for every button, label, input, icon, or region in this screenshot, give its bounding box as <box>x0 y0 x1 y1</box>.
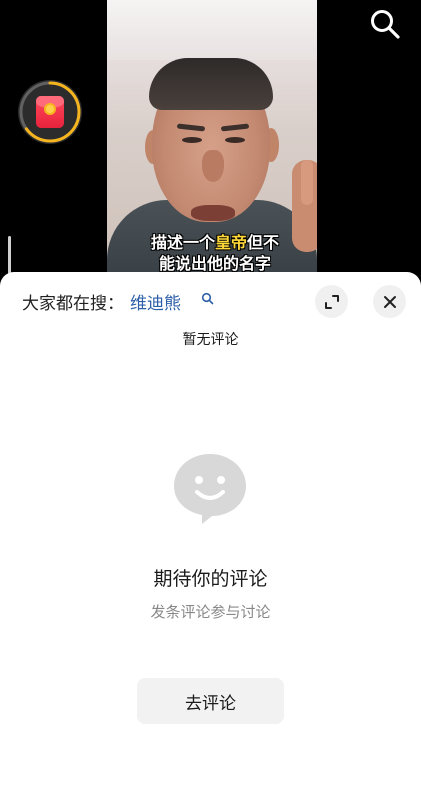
expand-button[interactable] <box>315 285 348 318</box>
caption-line-1-pre: 描述一个 <box>150 233 215 252</box>
person-eye-right <box>225 137 245 143</box>
comments-sheet: 大家都在搜： 维迪熊 暂无评论 期待你的评论 发条评论参与讨论 去评论 <box>0 272 421 800</box>
person-eye-left <box>182 137 202 143</box>
video-frame[interactable]: 描述一个皇帝但不 能说出他的名字 <box>107 0 317 290</box>
caption-highlight: 皇帝 <box>214 233 247 252</box>
empty-state-subtitle: 发条评论参与讨论 <box>150 603 271 621</box>
person-mouth <box>191 205 235 221</box>
close-icon <box>383 295 396 308</box>
caption-line-2: 能说出他的名字 <box>158 254 271 273</box>
close-button[interactable] <box>373 285 406 318</box>
person-nose <box>202 150 224 182</box>
empty-state-title: 期待你的评论 <box>153 568 268 590</box>
red-packet-coin <box>44 103 56 115</box>
person-finger <box>301 160 313 205</box>
search-term-icon <box>201 292 214 305</box>
scroll-handle[interactable] <box>8 236 11 274</box>
trending-search-row[interactable]: 大家都在搜： 维迪熊 <box>22 288 181 314</box>
red-packet-widget[interactable] <box>18 80 82 144</box>
expand-icon <box>324 294 339 309</box>
trending-search-prefix: 大家都在搜： <box>22 293 124 314</box>
go-comment-button[interactable]: 去评论 <box>137 678 284 724</box>
background-wall <box>107 0 317 60</box>
search-icon[interactable] <box>369 8 401 40</box>
video-player[interactable]: 描述一个皇帝但不 能说出他的名字 <box>0 0 421 290</box>
smiley-chat-bubble-icon <box>174 454 246 524</box>
caption-line-1-post: 但不 <box>247 233 280 252</box>
person-hair <box>149 58 273 110</box>
red-packet-icon <box>36 96 64 128</box>
trending-search-term[interactable]: 维迪熊 <box>130 289 181 314</box>
video-caption: 描述一个皇帝但不 能说出他的名字 <box>145 232 285 274</box>
caption-line-1: 描述一个皇帝但不 <box>145 232 285 253</box>
comment-count-label: 暂无评论 <box>182 332 239 348</box>
